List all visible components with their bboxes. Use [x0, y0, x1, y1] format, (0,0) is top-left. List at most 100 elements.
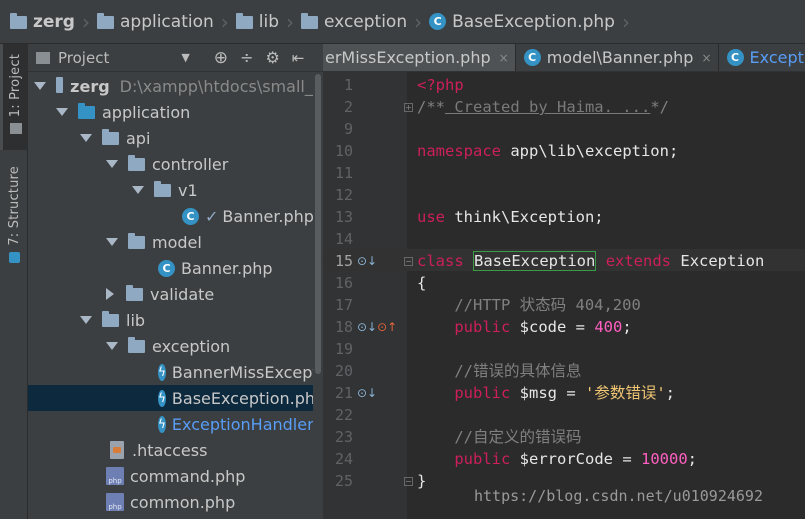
breadcrumb-item-baseexception[interactable]: C BaseException.php: [423, 0, 621, 43]
exception-class-icon: ϟ: [158, 389, 166, 407]
breadcrumb-item-lib[interactable]: lib: [230, 0, 285, 43]
tree-item-baseexception[interactable]: ϟ BaseException.php: [28, 385, 323, 411]
line-number: 10: [334, 142, 353, 160]
breadcrumb-item-application[interactable]: application: [91, 0, 220, 43]
code-line-15: class BaseException extends Exception: [417, 251, 765, 271]
code-line-17: //HTTP 状态码 404,200: [417, 296, 641, 314]
tree-item-zerg[interactable]: zerg D:\xampp\htdocs\small_p: [28, 73, 323, 99]
line-number: 22: [334, 406, 353, 424]
project-view-selector[interactable]: Project: [58, 49, 109, 67]
tree-item-application[interactable]: application: [28, 99, 323, 125]
collapse-all-icon[interactable]: ÷: [240, 48, 253, 67]
expand-arrow-icon[interactable]: [106, 160, 118, 168]
tree-item-exception[interactable]: exception: [28, 333, 323, 359]
folder-icon: [56, 76, 64, 93]
tree-item-htaccess[interactable]: .htaccess: [28, 437, 323, 463]
line-number: 12: [334, 186, 353, 204]
folder-icon: [128, 336, 145, 353]
tree-item-controller-banner[interactable]: C ✓ Banner.php: [28, 203, 323, 229]
line-number: 11: [334, 164, 353, 182]
expand-arrow-icon[interactable]: [80, 134, 92, 142]
tree-item-validate[interactable]: validate: [28, 281, 323, 307]
code-line-13: use think\Exception;: [417, 208, 604, 226]
tool-window-strip: 1: Project 7: Structure: [0, 44, 28, 519]
folder-icon: [235, 13, 253, 29]
line-number: 18: [334, 318, 353, 336]
tree-item-bannermissexception[interactable]: ϟ BannerMissExcepti: [28, 359, 323, 385]
fold-expand-icon[interactable]: +: [404, 103, 413, 112]
class-icon: C: [429, 13, 447, 30]
expand-arrow-icon[interactable]: [34, 82, 46, 90]
line-number: 2: [343, 98, 353, 116]
tree-item-api[interactable]: api: [28, 125, 323, 151]
tree-item-controller[interactable]: controller: [28, 151, 323, 177]
code-line-25: }: [417, 472, 427, 490]
collapse-arrow-icon[interactable]: [106, 288, 114, 300]
code-line-1: <?php: [417, 76, 464, 94]
folder-icon: [102, 128, 119, 145]
dropdown-arrow-icon[interactable]: ▼: [181, 51, 189, 64]
breadcrumb: zerg › application › lib › exception › C…: [0, 0, 805, 44]
close-icon[interactable]: ×: [701, 51, 711, 65]
expand-arrow-icon[interactable]: [80, 316, 92, 324]
locate-icon[interactable]: ⊕: [214, 48, 228, 68]
code-line-21: public $msg = '参数错误';: [454, 384, 676, 402]
project-view-icon: [36, 51, 50, 64]
tree-item-command[interactable]: php command.php: [28, 463, 323, 489]
hide-panel-icon[interactable]: ⇤: [292, 49, 305, 67]
fold-collapse-icon[interactable]: −: [404, 257, 413, 266]
class-icon: C: [726, 49, 744, 66]
expand-arrow-icon[interactable]: [106, 238, 118, 246]
tab-exception[interactable]: C Exception: [719, 44, 805, 71]
tree-item-common[interactable]: php common.php: [28, 489, 323, 515]
tool-tab-project[interactable]: 1: Project: [0, 44, 28, 150]
close-icon[interactable]: ×: [499, 51, 509, 65]
folder-icon: [10, 13, 27, 29]
override-marker-icon[interactable]: ⊙↓: [357, 386, 377, 400]
code-line-23: //自定义的错误码: [417, 428, 582, 446]
line-number: 9: [343, 120, 353, 138]
class-icon: C: [158, 259, 175, 277]
folder-icon: [78, 102, 95, 119]
expand-arrow-icon[interactable]: [106, 342, 118, 350]
tree-item-v1[interactable]: v1: [28, 177, 323, 203]
override-marker-icon[interactable]: ⊙↓⊙↑: [357, 320, 397, 334]
folder-icon: [126, 284, 143, 301]
tree-item-model[interactable]: model: [28, 229, 323, 255]
tree-item-lib[interactable]: lib: [28, 307, 323, 333]
folder-icon: [102, 310, 119, 327]
line-number: 24: [334, 450, 353, 468]
gear-icon[interactable]: ⚙: [265, 48, 279, 67]
override-marker-icon[interactable]: ⊙↓: [357, 254, 377, 268]
exception-class-icon: ϟ: [158, 415, 166, 433]
highlighted-identifier: BaseException: [473, 251, 597, 271]
code-line-16: {: [417, 274, 427, 292]
editor-tabs: erMissException.php × C model\Banner.php…: [323, 44, 805, 72]
htaccess-file-icon: [110, 441, 124, 459]
tree-item-exceptionhandler[interactable]: ϟ ExceptionHandler.p: [28, 411, 323, 437]
expand-arrow-icon[interactable]: [56, 108, 68, 116]
project-scroll-thumb[interactable]: [315, 74, 321, 374]
code-line-2: /** Created by Haima. ...*/: [417, 98, 669, 116]
folded-comment[interactable]: Created by Haima. ...: [445, 98, 650, 116]
line-number: 13: [334, 208, 353, 226]
tree-item-model-banner[interactable]: C Banner.php: [28, 255, 323, 281]
exception-class-icon: ϟ: [158, 363, 166, 381]
expand-arrow-icon[interactable]: [132, 186, 144, 194]
tab-model-banner[interactable]: C model\Banner.php ×: [516, 44, 719, 71]
line-number: 19: [334, 340, 353, 358]
tab-bannermissexception[interactable]: erMissException.php ×: [323, 44, 516, 71]
breadcrumb-item-exception[interactable]: exception: [295, 0, 413, 43]
chevron-right-icon: ›: [220, 9, 229, 34]
fold-collapse-icon[interactable]: −: [404, 477, 413, 486]
folder-icon: [154, 180, 171, 197]
tool-tab-structure[interactable]: 7: Structure: [0, 162, 28, 312]
chevron-right-icon: ›: [621, 9, 630, 34]
code-line-10: namespace app\lib\exception;: [417, 142, 679, 160]
line-number: 1: [343, 76, 353, 94]
line-number: 23: [334, 428, 353, 446]
folder-icon: [301, 13, 319, 29]
php-file-icon: php: [106, 493, 124, 511]
project-panel-header: Project ▼ ⊕ ÷ ⚙ ⇤: [28, 44, 323, 72]
breadcrumb-item-zerg[interactable]: zerg: [0, 0, 81, 43]
